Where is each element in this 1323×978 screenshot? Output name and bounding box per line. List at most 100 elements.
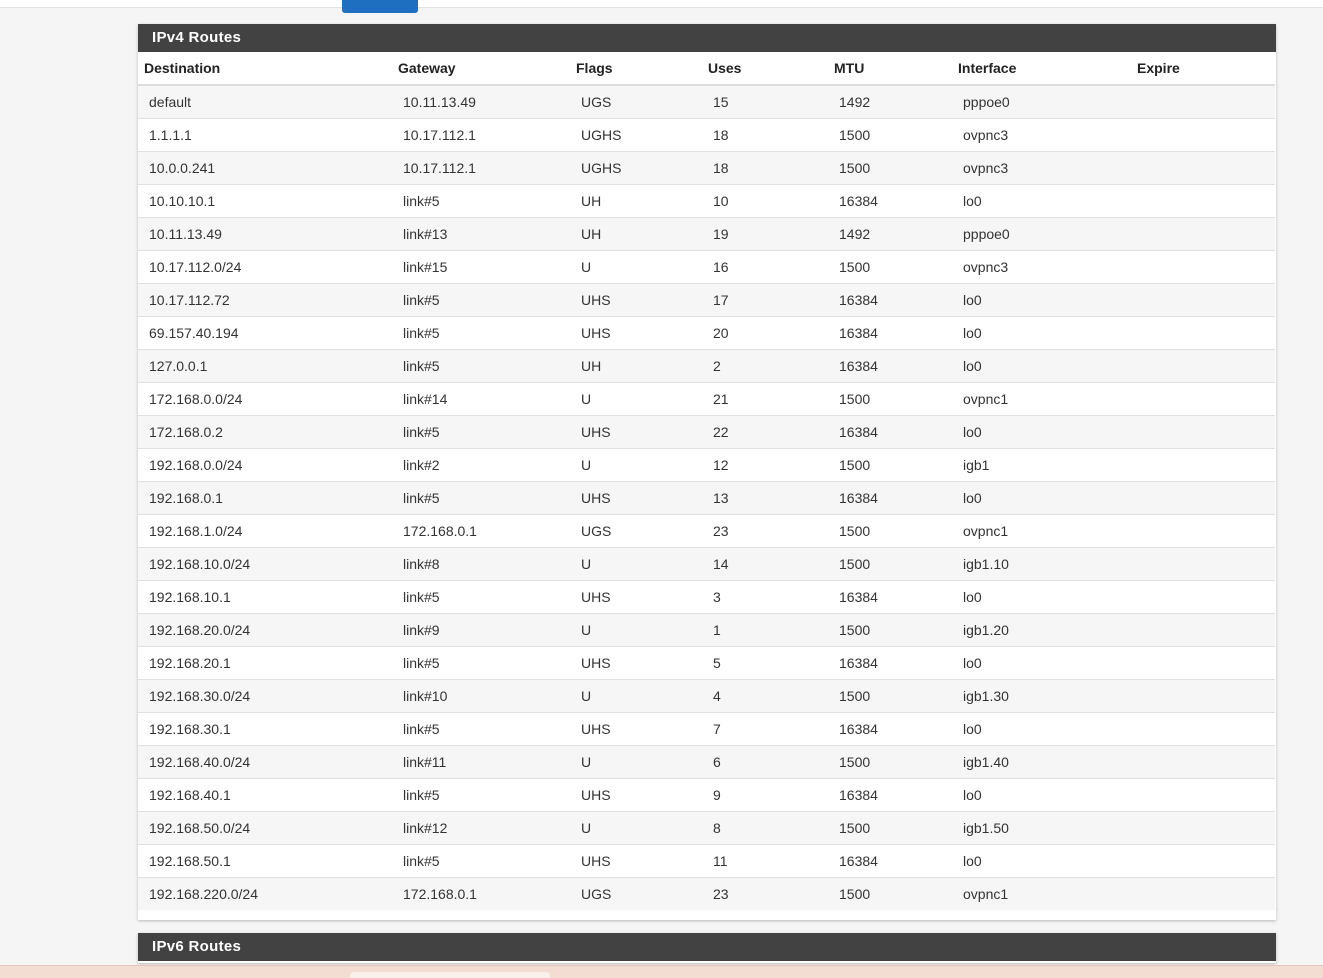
cell-gateway: link#5 [392,646,570,680]
cell-uses: 17 [702,283,828,317]
table-header-row: Destination Gateway Flags Uses MTU Inter… [138,52,1275,86]
cell-gateway: link#5 [392,184,570,218]
cell-flags: UH [570,217,702,251]
cell-uses: 6 [702,745,828,779]
cell-flags: U [570,745,702,779]
cell-destination: 192.168.10.1 [138,580,392,614]
cell-gateway: link#5 [392,415,570,449]
cell-interface: lo0 [952,778,1131,812]
cell-destination: 192.168.40.1 [138,778,392,812]
cell-expire [1131,580,1275,614]
cell-flags: U [570,448,702,482]
column-header-mtu[interactable]: MTU [828,52,952,86]
taskbar-tab[interactable] [350,972,550,978]
cell-destination: 192.168.220.0/24 [138,877,392,910]
cell-uses: 21 [702,382,828,416]
cell-destination: 69.157.40.194 [138,316,392,350]
cell-expire [1131,217,1275,251]
cell-uses: 18 [702,151,828,185]
column-header-interface[interactable]: Interface [952,52,1131,86]
cell-interface: lo0 [952,184,1131,218]
cell-mtu: 16384 [828,646,952,680]
cell-expire [1131,481,1275,515]
cell-destination: 172.168.0.0/24 [138,382,392,416]
column-header-gateway[interactable]: Gateway [392,52,570,86]
cell-expire [1131,184,1275,218]
column-header-destination[interactable]: Destination [138,52,392,86]
cell-flags: UHS [570,481,702,515]
table-row: 172.168.0.2 link#5 UHS 22 16384 lo0 [138,415,1275,449]
cell-mtu: 1492 [828,217,952,251]
cell-flags: UGS [570,514,702,548]
cell-uses: 2 [702,349,828,383]
cell-mtu: 16384 [828,415,952,449]
active-tab-indicator[interactable] [342,0,418,13]
cell-destination: 192.168.40.0/24 [138,745,392,779]
table-row: 69.157.40.194 link#5 UHS 20 16384 lo0 [138,316,1275,350]
table-row: 192.168.220.0/24 172.168.0.1 UGS 23 1500 ovpn… [138,877,1275,910]
cell-flags: UH [570,349,702,383]
cell-flags: UHS [570,778,702,812]
cell-gateway: link#5 [392,349,570,383]
column-header-expire[interactable]: Expire [1131,52,1275,86]
ipv4-routes-body: default 10.11.13.49 UGS 15 1492 pppoe0 1.1.1.1… [138,84,1275,910]
cell-mtu: 1500 [828,679,952,713]
cell-interface: pppoe0 [952,84,1131,119]
cell-mtu: 1500 [828,151,952,185]
table-row: 172.168.0.0/24 link#14 U 21 1500 ovpnc1 [138,382,1275,416]
cell-mtu: 1500 [828,118,952,152]
cell-interface: ovpnc1 [952,382,1131,416]
cell-flags: UHS [570,646,702,680]
cell-uses: 10 [702,184,828,218]
cell-uses: 7 [702,712,828,746]
cell-flags: U [570,613,702,647]
cell-flags: UHS [570,712,702,746]
cell-uses: 20 [702,316,828,350]
cell-expire [1131,514,1275,548]
cell-gateway: 10.17.112.1 [392,118,570,152]
cell-uses: 1 [702,613,828,647]
cell-gateway: link#12 [392,811,570,845]
column-header-uses[interactable]: Uses [702,52,828,86]
cell-flags: UH [570,184,702,218]
cell-interface: lo0 [952,712,1131,746]
column-header-flags[interactable]: Flags [570,52,702,86]
ipv4-routes-panel: IPv4 Routes Destination Gateway Flags Us… [138,24,1276,920]
cell-uses: 9 [702,778,828,812]
cell-flags: UHS [570,283,702,317]
table-row: default 10.11.13.49 UGS 15 1492 pppoe0 [138,84,1275,119]
cell-mtu: 1500 [828,448,952,482]
table-row: 192.168.30.1 link#5 UHS 7 16384 lo0 [138,712,1275,746]
cell-mtu: 1500 [828,745,952,779]
cell-gateway: link#8 [392,547,570,581]
cell-interface: ovpnc1 [952,877,1131,910]
cell-interface: pppoe0 [952,217,1131,251]
cell-flags: UHS [570,844,702,878]
cell-gateway: link#14 [392,382,570,416]
cell-gateway: link#10 [392,679,570,713]
cell-uses: 23 [702,877,828,910]
cell-uses: 13 [702,481,828,515]
cell-expire [1131,250,1275,284]
cell-expire [1131,118,1275,152]
cell-destination: 192.168.10.0/24 [138,547,392,581]
cell-flags: UHS [570,415,702,449]
table-row: 192.168.50.1 link#5 UHS 11 16384 lo0 [138,844,1275,878]
cell-uses: 14 [702,547,828,581]
cell-destination: default [138,84,392,119]
cell-flags: UHS [570,316,702,350]
cell-mtu: 1500 [828,382,952,416]
cell-expire [1131,811,1275,845]
table-row: 192.168.0.1 link#5 UHS 13 16384 lo0 [138,481,1275,515]
cell-mtu: 1492 [828,84,952,119]
cell-expire [1131,613,1275,647]
cell-expire [1131,712,1275,746]
cell-uses: 3 [702,580,828,614]
cell-uses: 15 [702,84,828,119]
cell-mtu: 1500 [828,514,952,548]
table-row: 192.168.30.0/24 link#10 U 4 1500 igb1.30 [138,679,1275,713]
cell-mtu: 16384 [828,712,952,746]
cell-interface: ovpnc3 [952,250,1131,284]
cell-destination: 10.17.112.0/24 [138,250,392,284]
table-row: 192.168.10.1 link#5 UHS 3 16384 lo0 [138,580,1275,614]
